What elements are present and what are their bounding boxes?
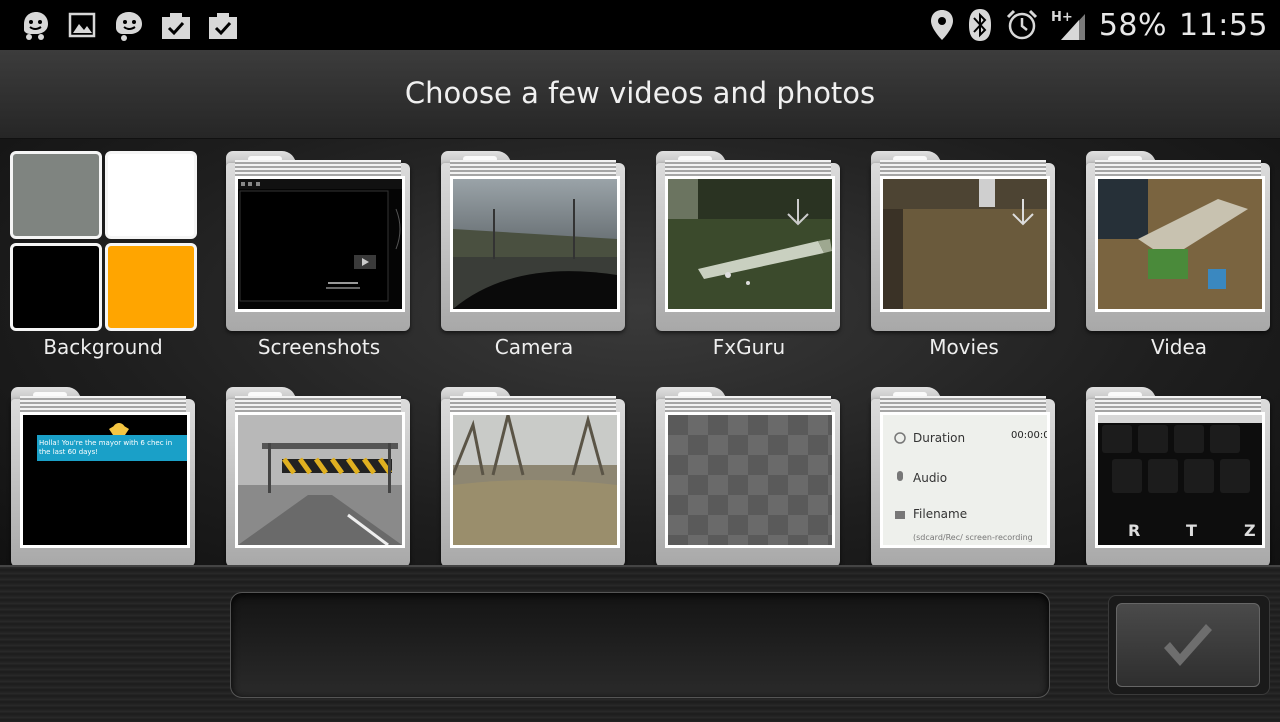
folder-icon: R T Z (1086, 387, 1270, 565)
thumbnail (450, 176, 620, 312)
thumbnail: Duration 00:00:0 Audio Filename (sdcard/… (880, 412, 1050, 548)
folder-grid: Background Screenshots Camera FxGuru Mov… (0, 139, 1280, 565)
color-swatches (10, 151, 197, 331)
key-r: R (1128, 521, 1141, 540)
task-check-icon (209, 13, 237, 39)
key-z: Z (1244, 521, 1256, 540)
folder-icon: Duration 00:00:0 Audio Filename (sdcard/… (871, 387, 1055, 565)
gallery-icon (68, 12, 96, 38)
folder-icon (226, 387, 410, 565)
task-check-icon (162, 13, 190, 39)
location-pin-icon (930, 10, 953, 40)
title-bar: Choose a few videos and photos (0, 50, 1280, 139)
thumbnail (665, 176, 835, 312)
folder-label: Camera (494, 335, 574, 359)
folder-icon (1086, 151, 1270, 333)
notification-text: Holla! You're the mayor with 6 chec in t… (39, 439, 173, 456)
setting-path: (sdcard/Rec/ screen-recording (913, 533, 1033, 542)
clock-text: 11:55 (1179, 7, 1268, 43)
battery-text: 58% (1098, 7, 1168, 43)
thumbnail (235, 176, 405, 312)
thumbnail: R T Z (1095, 412, 1265, 548)
folder-icon (656, 387, 840, 565)
done-button[interactable] (1116, 603, 1260, 687)
folder-label: Videa (1150, 335, 1208, 359)
swatch-black (10, 243, 102, 331)
folder-label: Background (43, 335, 163, 359)
checkmark-icon (1164, 624, 1212, 666)
folder-label: Screenshots (257, 335, 381, 359)
signal-hplus-icon: H+ (1051, 10, 1085, 40)
folder-icon (656, 151, 840, 333)
swatch-gray (10, 151, 102, 239)
setting-duration: Duration (913, 431, 966, 445)
svg-text:H+: H+ (1051, 10, 1073, 25)
thumbnail (450, 412, 620, 548)
thumbnail (1095, 176, 1265, 312)
folder-icon (871, 151, 1055, 333)
folder-label: Movies (929, 335, 999, 359)
waze-icon (24, 12, 48, 40)
folder-icon: Holla! You're the mayor with 6 chec in t… (11, 387, 195, 565)
thumbnail (665, 412, 835, 548)
page-title: Choose a few videos and photos (404, 76, 876, 110)
folder-label: FxGuru (712, 335, 786, 359)
waze-icon (116, 12, 142, 41)
bluetooth-icon (968, 9, 991, 41)
thumbnail (235, 412, 405, 548)
folder-icon (441, 387, 625, 565)
setting-audio: Audio (913, 471, 948, 485)
alarm-icon (1006, 9, 1037, 40)
folder-icon (226, 151, 410, 333)
swatch-orange (105, 243, 197, 331)
selection-tray[interactable] (230, 592, 1050, 698)
setting-filename: Filename (913, 507, 968, 521)
thumbnail: Holla! You're the mayor with 6 chec in t… (20, 412, 190, 548)
folder-icon (441, 151, 625, 333)
swatch-white (105, 151, 197, 239)
selection-panel (0, 565, 1280, 722)
thumbnail (880, 176, 1050, 312)
setting-duration-value: 00:00:0 (1011, 430, 1050, 441)
key-t: T (1186, 521, 1197, 540)
status-bar: H+ 58% 11:55 (0, 0, 1280, 50)
